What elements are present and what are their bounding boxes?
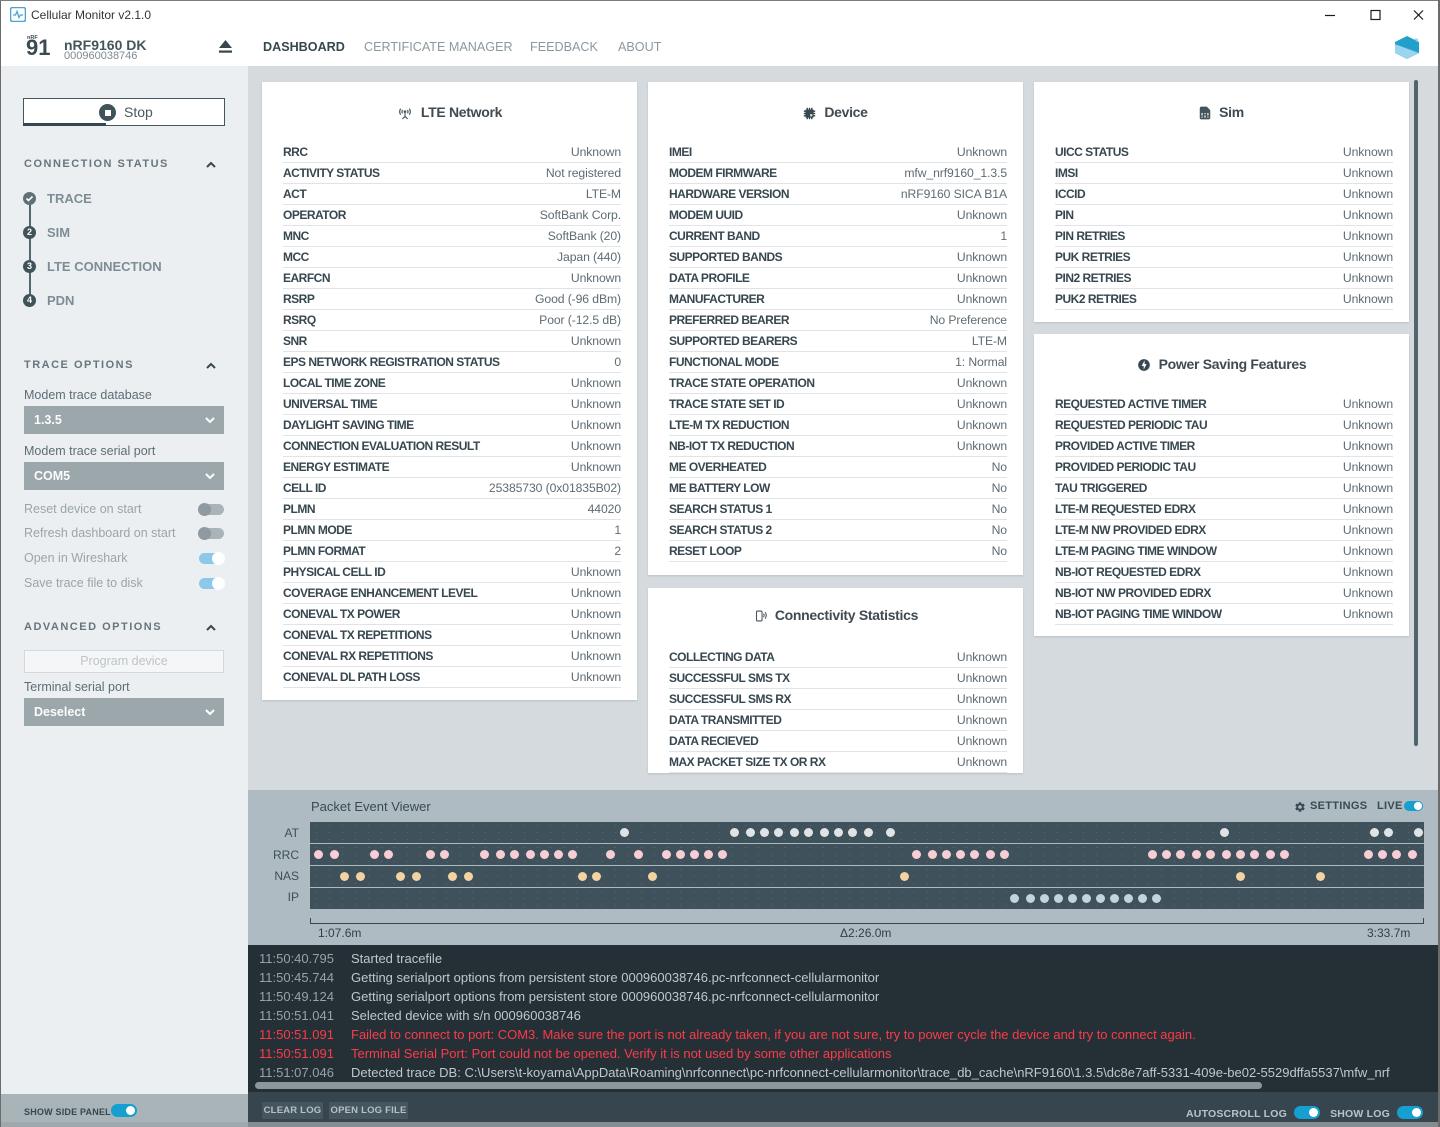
svg-text:nRF: nRF <box>27 35 38 41</box>
